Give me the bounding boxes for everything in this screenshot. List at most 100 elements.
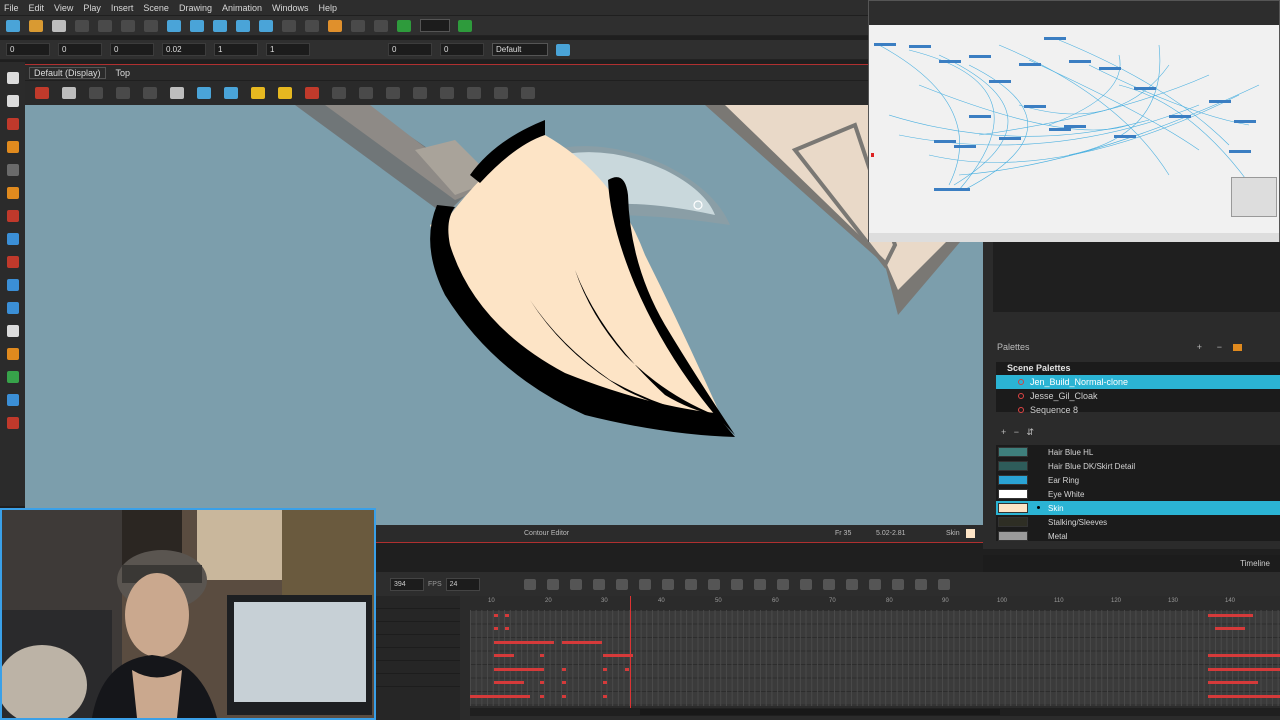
menu-insert[interactable]: Insert <box>111 3 134 13</box>
layer-row[interactable] <box>376 648 460 661</box>
line-tool-icon[interactable] <box>6 233 19 245</box>
display-selector[interactable]: Default (Display) <box>29 66 106 79</box>
timeline-icon-g[interactable] <box>684 578 697 590</box>
palette-item[interactable]: Jesse_Gil_Cloak <box>996 389 1280 403</box>
view-icon-h[interactable] <box>467 87 481 99</box>
view-icon-f[interactable] <box>413 87 427 99</box>
toolbar-icon-g[interactable] <box>282 19 296 32</box>
view-icon-a[interactable] <box>197 87 211 99</box>
view-icon-g[interactable] <box>440 87 454 99</box>
layer-row[interactable] <box>376 674 460 687</box>
morph-tool-icon[interactable] <box>6 302 19 314</box>
timeline-icon-h[interactable] <box>707 578 720 590</box>
timeline-icon-f[interactable] <box>661 578 674 590</box>
toolbar-icon-j[interactable] <box>351 19 365 32</box>
paint-tool-icon[interactable] <box>6 210 19 222</box>
toolbar-icon-h[interactable] <box>305 19 319 32</box>
layer-row[interactable] <box>376 635 460 648</box>
layer-row[interactable] <box>376 596 460 609</box>
onion-skin-icon[interactable] <box>89 87 103 99</box>
undo-icon[interactable] <box>98 19 112 32</box>
field-1[interactable]: 0 <box>6 43 50 56</box>
timeline-icon-j[interactable] <box>753 578 766 590</box>
bone-tool-icon[interactable] <box>6 348 19 360</box>
hand-tool-icon[interactable] <box>6 325 19 337</box>
grid-icon[interactable] <box>170 87 184 99</box>
playhead[interactable] <box>630 596 631 710</box>
drawing-canvas[interactable] <box>25 105 983 525</box>
animate-icon[interactable] <box>35 87 49 99</box>
remove-palette-icon[interactable]: − <box>1217 342 1222 352</box>
pen-tool-icon[interactable] <box>6 394 19 406</box>
redo-icon[interactable] <box>121 19 135 32</box>
color-item[interactable]: Stalking/Sleeves <box>996 515 1280 529</box>
menu-help[interactable]: Help <box>319 3 338 13</box>
menu-scene[interactable]: Scene <box>143 3 169 13</box>
toolbar-icon-l[interactable] <box>397 19 411 32</box>
field-8[interactable]: 0 <box>440 43 484 56</box>
onion-skin-toggle-icon[interactable] <box>523 578 536 590</box>
exposure-grid[interactable] <box>470 610 1280 706</box>
timeline-icon-r[interactable] <box>937 578 950 590</box>
new-scene-icon[interactable] <box>6 19 20 32</box>
menu-animation[interactable]: Animation <box>222 3 262 13</box>
node-graph[interactable] <box>869 25 1279 233</box>
palette-item[interactable]: Jen_Build_Normal-clone <box>996 375 1280 389</box>
toolbar-icon-d[interactable] <box>213 19 227 32</box>
menu-view[interactable]: View <box>54 3 73 13</box>
timeline-icon-a[interactable] <box>546 578 559 590</box>
timeline-icon-m[interactable] <box>822 578 835 590</box>
timeline-tab[interactable]: Timeline <box>1240 559 1270 568</box>
menu-edit[interactable]: Edit <box>29 3 45 13</box>
color-item[interactable]: Skin <box>996 501 1280 515</box>
save-as-icon[interactable] <box>75 19 89 32</box>
timeline-icon-n[interactable] <box>845 578 858 590</box>
field-7[interactable]: 0 <box>388 43 432 56</box>
stamp-tool-icon[interactable] <box>6 417 19 429</box>
view-mode-label[interactable]: Top <box>116 68 131 78</box>
palette-item[interactable]: Sequence 8 <box>996 403 1280 417</box>
layer-row[interactable] <box>376 622 460 635</box>
view-icon-j[interactable] <box>521 87 535 99</box>
field-5[interactable]: 1 <box>214 43 258 56</box>
scroll-thumb[interactable] <box>640 709 1000 715</box>
palette-folder-icon[interactable] <box>1233 343 1242 351</box>
color-item[interactable]: Hair Blue HL <box>996 445 1280 459</box>
color-item[interactable]: Metal <box>996 529 1280 541</box>
timeline-scrollbar[interactable] <box>470 708 1280 716</box>
layer-row[interactable] <box>376 609 460 622</box>
pivot-tool-icon[interactable] <box>6 279 19 291</box>
view-icon-i[interactable] <box>494 87 508 99</box>
node-view-navigator[interactable] <box>1231 177 1277 217</box>
toolbar-icon-i[interactable] <box>328 19 342 32</box>
preset-dropdown[interactable]: Default <box>492 43 548 56</box>
frame-ruler[interactable]: 10 20 30 40 50 60 70 80 90 100 110 120 1… <box>470 596 1280 608</box>
pencil-tool-icon[interactable] <box>6 141 19 153</box>
sun-icon[interactable] <box>143 87 157 99</box>
toolbar-dropdown[interactable] <box>420 19 450 32</box>
toolbar-icon-f[interactable] <box>259 19 273 32</box>
timeline-icon-b[interactable] <box>569 578 582 590</box>
toolbar-icon-c[interactable] <box>190 19 204 32</box>
text-tool-icon[interactable] <box>6 164 19 176</box>
field-6[interactable]: 1 <box>266 43 310 56</box>
timeline-icon-l[interactable] <box>799 578 812 590</box>
lock-icon[interactable] <box>251 87 265 99</box>
color-item[interactable]: Eye White <box>996 487 1280 501</box>
check-icon[interactable] <box>458 19 472 32</box>
timeline-icon-e[interactable] <box>638 578 651 590</box>
preset-icon[interactable] <box>556 43 570 56</box>
timeline-icon-c[interactable] <box>592 578 605 590</box>
field-3[interactable]: 0 <box>110 43 154 56</box>
timeline-icon-o[interactable] <box>868 578 881 590</box>
fps-field[interactable]: 24 <box>445 577 480 591</box>
transform-tool-icon[interactable] <box>6 371 19 383</box>
add-color-icon[interactable]: + − ⇵ <box>1001 427 1034 438</box>
menu-file[interactable]: File <box>4 3 19 13</box>
field-2[interactable]: 0 <box>58 43 102 56</box>
settings-gear-icon[interactable] <box>62 87 76 99</box>
menu-drawing[interactable]: Drawing <box>179 3 212 13</box>
view-icon-b[interactable] <box>224 87 238 99</box>
menu-windows[interactable]: Windows <box>272 3 309 13</box>
select-tool-icon[interactable] <box>6 72 19 84</box>
